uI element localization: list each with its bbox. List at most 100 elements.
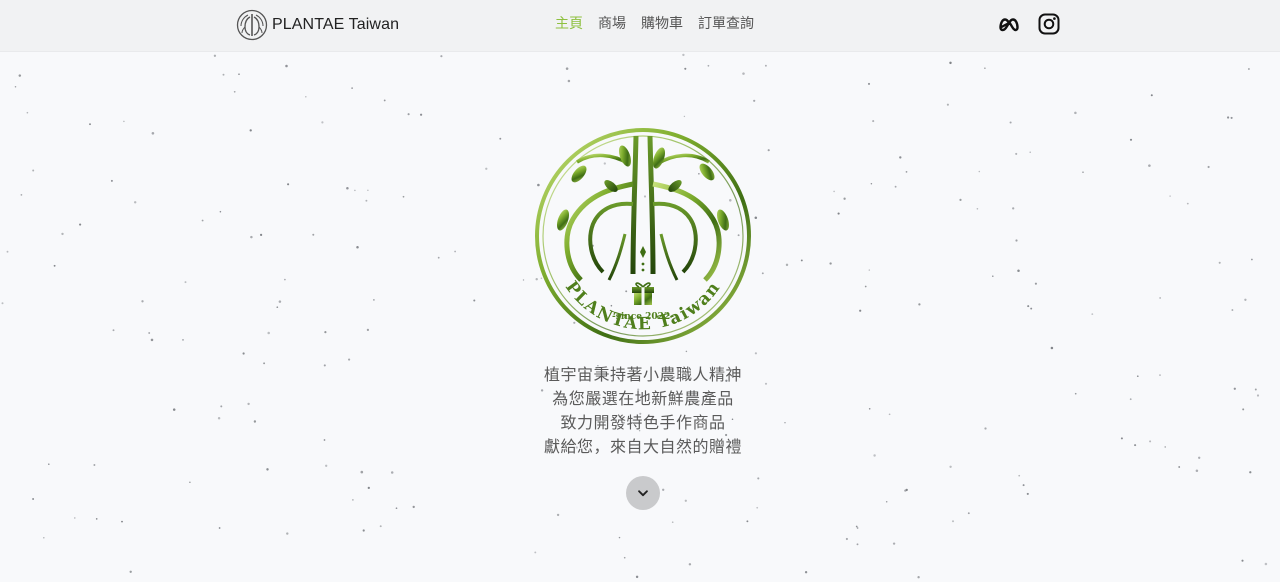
- background-dot: [1074, 392, 1077, 395]
- instagram-link[interactable]: [1037, 12, 1061, 36]
- background-dot: [53, 264, 56, 267]
- background-dot: [635, 575, 639, 579]
- background-dot: [992, 275, 994, 277]
- background-dot: [1227, 116, 1230, 119]
- background-dot: [1134, 444, 1137, 447]
- background-dot: [1149, 440, 1152, 443]
- background-dot: [373, 299, 375, 301]
- nav-cart[interactable]: 購物車: [641, 14, 683, 34]
- background-dot: [473, 299, 476, 302]
- background-dot: [1074, 111, 1077, 115]
- background-dot: [1249, 471, 1252, 474]
- background-dot: [133, 201, 137, 204]
- background-dot: [1254, 388, 1257, 391]
- background-dot: [367, 189, 369, 192]
- background-dot: [6, 250, 9, 253]
- background-dot: [454, 250, 456, 253]
- background-dot: [764, 64, 767, 67]
- background-dot: [984, 427, 987, 430]
- background-dot: [1186, 202, 1189, 205]
- background-dot: [623, 556, 626, 559]
- background-dot: [412, 505, 415, 509]
- background-dot: [864, 285, 867, 288]
- background-dot: [43, 536, 45, 539]
- background-dot: [150, 338, 154, 342]
- brand-name: PLANTAE Taiwan: [272, 16, 400, 33]
- background-dot: [247, 402, 250, 406]
- background-dot: [365, 199, 368, 202]
- main-nav: 主頁 商場 購物車 訂單查詢: [555, 14, 754, 34]
- background-dot: [222, 73, 225, 76]
- scroll-down-button[interactable]: [626, 476, 660, 510]
- background-dot: [218, 527, 221, 529]
- background-dot: [1029, 151, 1031, 153]
- background-dot: [1030, 307, 1033, 310]
- background-dot: [800, 259, 803, 262]
- background-dot: [440, 55, 443, 58]
- background-dot: [1120, 437, 1123, 440]
- background-dot: [485, 167, 488, 170]
- background-dot: [89, 123, 91, 126]
- background-dot: [1195, 469, 1199, 472]
- background-dot: [984, 67, 986, 69]
- background-dot: [917, 576, 920, 579]
- background-dot: [172, 408, 176, 411]
- background-dot: [351, 87, 353, 89]
- background-dot: [356, 245, 359, 249]
- background-dot: [48, 463, 50, 465]
- background-dot: [685, 350, 688, 353]
- background-dot: [1159, 297, 1161, 299]
- background-dot: [918, 303, 921, 306]
- background-dot: [829, 262, 832, 265]
- background-dot: [129, 570, 132, 573]
- nav-home[interactable]: 主頁: [555, 14, 583, 34]
- background-dot: [189, 481, 191, 484]
- background-dot: [305, 95, 307, 98]
- background-dot: [767, 149, 770, 152]
- background-dot: [1015, 239, 1018, 242]
- background-dot: [754, 352, 758, 355]
- meta-link[interactable]: [997, 12, 1021, 36]
- background-dot: [499, 137, 502, 140]
- background-dot: [888, 413, 891, 416]
- background-dot: [367, 486, 370, 490]
- background-dot: [233, 90, 236, 93]
- nav-order-lookup[interactable]: 訂單查詢: [698, 14, 754, 34]
- background-dot: [684, 499, 687, 502]
- background-dot: [267, 331, 270, 335]
- background-dot: [1082, 171, 1084, 174]
- background-dot: [278, 300, 282, 303]
- background-dot: [1164, 446, 1166, 448]
- instagram-icon: [1038, 13, 1060, 35]
- background-dot: [74, 517, 76, 519]
- background-dot: [870, 182, 873, 185]
- background-dot: [949, 465, 952, 468]
- background-dot: [1247, 68, 1250, 70]
- plantae-tree-emblem-icon: -since 2022- PLANTAE Taiwan: [535, 128, 751, 344]
- background-dot: [323, 364, 326, 367]
- background-dot: [682, 53, 685, 57]
- background-dot: [419, 113, 423, 116]
- background-dot: [757, 477, 760, 480]
- background-dot: [348, 358, 351, 361]
- background-dot: [1015, 152, 1018, 155]
- background-dot: [534, 551, 537, 554]
- background-dot: [873, 454, 876, 457]
- nav-shop[interactable]: 商場: [598, 14, 626, 34]
- background-dot: [855, 525, 858, 528]
- background-dot: [785, 263, 789, 267]
- background-dot: [32, 498, 35, 500]
- background-dot: [1091, 313, 1094, 315]
- background-dot: [1050, 346, 1054, 350]
- tagline-line-2: 為您嚴選在地新鮮農產品: [552, 389, 734, 408]
- background-dot: [201, 219, 204, 222]
- background-dot: [141, 300, 144, 303]
- background-dot: [946, 103, 949, 106]
- brand-link[interactable]: PLANTAE Taiwan: [236, 9, 399, 41]
- hero-tagline: 植宇宙秉持著小農職人精神 為您嚴選在地新鮮農產品 致力開發特色手作商品 獻給您，…: [440, 363, 846, 459]
- background-dot: [856, 543, 859, 546]
- background-dot: [1129, 138, 1133, 141]
- background-dot: [867, 82, 871, 85]
- background-dot: [1264, 562, 1268, 566]
- background-dot: [872, 120, 875, 123]
